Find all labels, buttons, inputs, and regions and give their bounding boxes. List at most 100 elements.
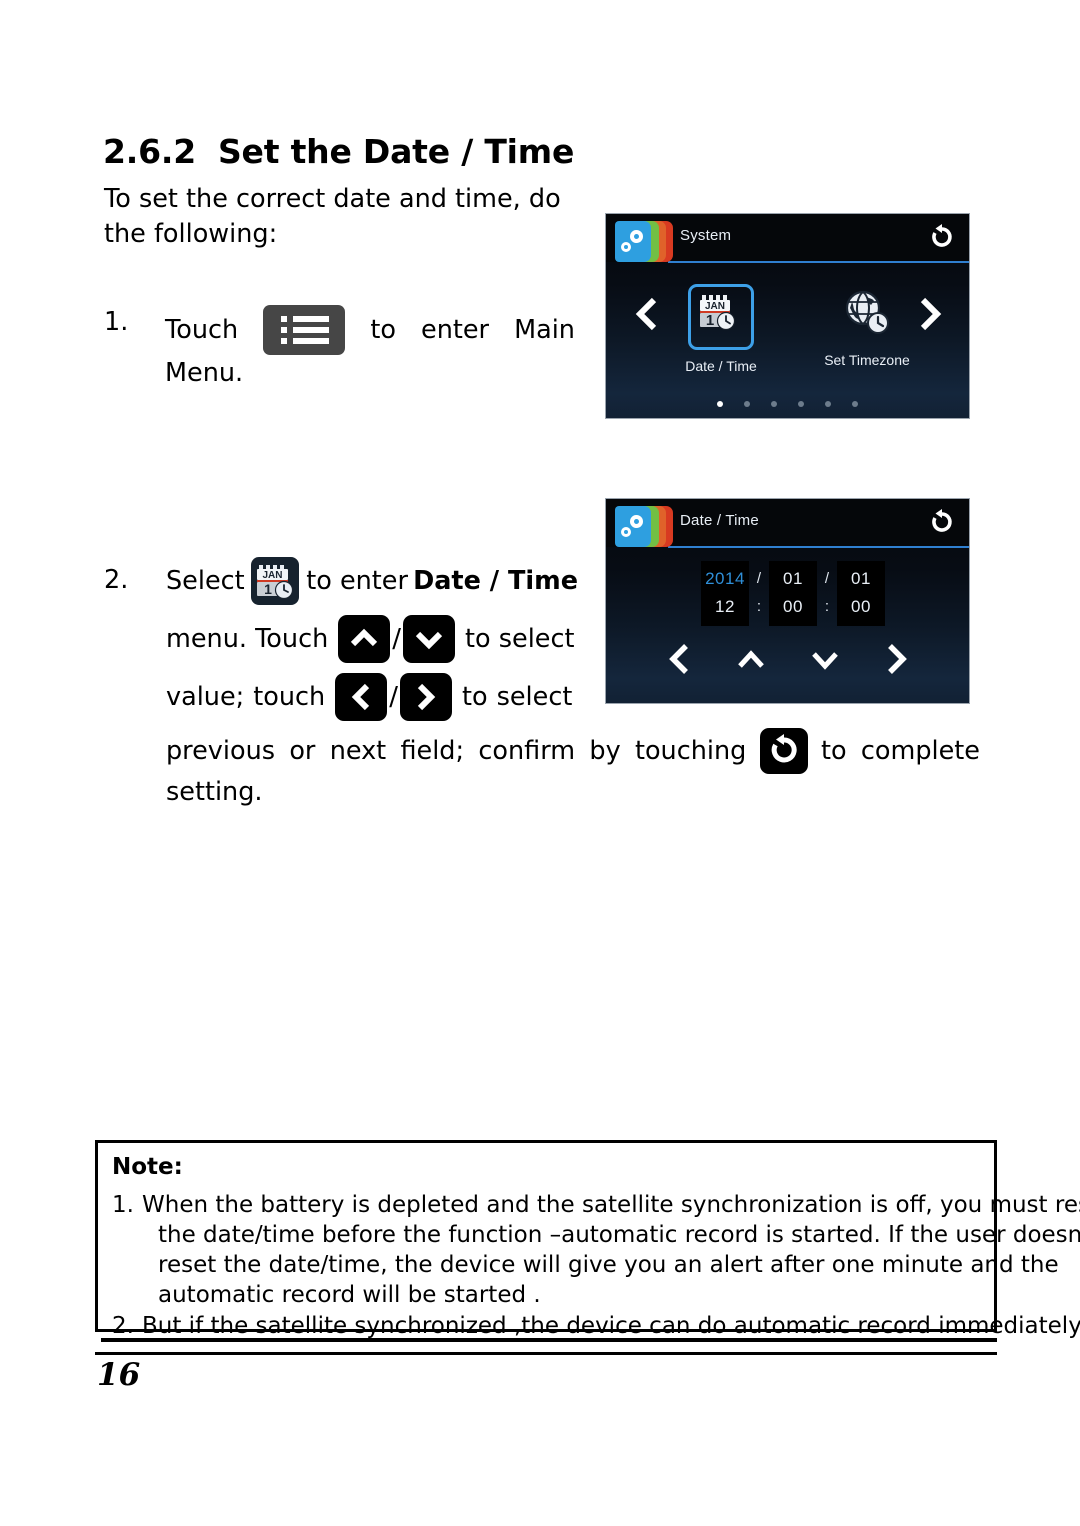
calendar-clock-icon: JAN 1 [688,284,754,350]
step-1-text-enter: enter [421,315,490,345]
system-tab-stack-icon [615,506,675,547]
section-title: Set the Date / Time [217,132,575,171]
note-line: When the battery is depleted and the sat… [142,1190,1080,1220]
note-line-text: reset the date/time, the device will giv… [158,1252,1059,1278]
page-dot[interactable] [716,401,723,407]
manual-page: 2.6.2 Set the Date / Time To set the corr… [0,0,1080,1526]
refresh-icon[interactable] [927,222,957,252]
step-2-text-value: value; [166,682,245,712]
step-2-text-next: next [329,735,387,766]
gear-small-icon [621,527,631,537]
refresh-icon[interactable] [927,507,957,537]
step-2-text-previous: previous [166,735,276,766]
chevron-down-icon[interactable] [403,615,456,663]
menu-item-set-timezone[interactable]: Set Timezone [810,284,924,368]
page-dot[interactable] [798,401,805,407]
step-2-slash-2: / [389,682,398,712]
note-line-text: the date/time before the function –autom… [158,1222,1080,1248]
device-screen: Date / Time 2014 12 / : 01 00 /: 01 00 [606,499,969,703]
gear-icon [630,515,643,528]
chevron-left-icon[interactable] [335,673,388,721]
note-item-2: 2. But if the satellite synchronized ,th… [112,1311,1080,1341]
note-line: reset the date/time, the device will giv… [158,1250,1059,1280]
date-time-nav-bar [606,642,969,680]
note-line: automatic record will be started . [158,1280,988,1310]
step-2-line-2: menu. Touch / to select [166,610,578,668]
device2-title: Date / Time [680,512,759,529]
svg-text:1: 1 [706,312,714,329]
minute-field[interactable]: 00 [769,593,817,621]
step-2-text-field: field; [400,735,465,766]
nav-chevron-down-icon[interactable] [810,642,840,680]
step-2-text-confirm: confirm [478,735,576,766]
date-time-column-3[interactable]: 01 00 [837,561,885,626]
day-field[interactable]: 01 [837,565,885,593]
hour-field[interactable]: 12 [701,593,749,621]
month-field[interactable]: 01 [769,565,817,593]
page-dot[interactable] [770,401,777,407]
note-item-2-marker: 2. [112,1313,134,1339]
svg-text:JAN: JAN [705,301,725,312]
separator-column-1: / : [749,561,769,621]
nav-chevron-up-icon[interactable] [736,642,766,680]
step-2-line-3: value; touch / to select [166,668,578,726]
time-separator: : [756,598,762,615]
device-top-divider [668,261,969,263]
year-field[interactable]: 2014 [701,565,749,593]
step-2-line-5: setting. [166,777,263,807]
page-dot-indicator [606,401,969,407]
chevron-right-icon[interactable] [399,673,452,721]
step-1-body: Touch to enter Main Menu. [165,305,577,391]
step-2-body: Select JAN 1 to enter Date / Time menu. … [166,552,578,726]
step-2-text-to-3: to [821,735,847,766]
nav-chevron-left-icon[interactable] [666,642,692,680]
separator-column-2: / : [817,561,837,621]
step-2-text-select: Select [166,566,245,596]
step-2-continued: previous or next field; confirm by touch… [166,728,980,811]
menu-item-date-time[interactable]: JAN 1 Date / Time [672,284,770,374]
page-dot[interactable] [743,401,750,407]
svg-text:1: 1 [265,581,273,597]
note-item-1: 1. When the battery is depleted and the … [112,1190,1080,1310]
second-field[interactable]: 00 [837,593,885,621]
step-2-text-touch-2: touch [253,682,326,712]
note-item-2-text: But if the satellite synchronized ,the d… [142,1311,1080,1341]
note-title: Note: [112,1154,183,1180]
step-2-line-1: Select JAN 1 to enter Date / Time [166,552,578,610]
main-menu-list-icon[interactable] [263,305,346,355]
confirm-refresh-icon[interactable] [759,728,808,774]
note-item-1-marker: 1. [112,1192,134,1218]
device-screen: System JAN 1 Date / Time Set Timezone [606,214,969,418]
step-2-text-to-2: to [461,682,488,712]
gear-icon [630,230,643,243]
note-item-1-text: When the battery is depleted and the sat… [142,1190,1080,1310]
page-number: 16 [97,1357,141,1393]
step-2-text-menu-touch: menu. Touch [166,624,329,654]
page-dot[interactable] [852,401,859,407]
step-2-marker: 2. [104,565,129,595]
device-screenshot-system-menu: System JAN 1 Date / Time Set Timezone [605,213,970,419]
system-tab-stack-icon [615,221,675,262]
step-1-text-touch: Touch [165,315,239,345]
chevron-up-icon[interactable] [338,615,391,663]
intro-paragraph: To set the correct date and time, do the… [104,184,561,249]
date-time-column-2[interactable]: 01 00 [769,561,817,626]
page-dot[interactable] [825,401,832,407]
time-separator: : [824,598,830,615]
step-2-text-by: by [589,735,621,766]
svg-text:JAN: JAN [263,570,283,581]
device1-prev-icon[interactable] [634,296,660,336]
step-2-line-4: previous or next field; confirm by touch… [166,728,980,774]
step-1-text-to: to [370,315,396,345]
date-time-column-1[interactable]: 2014 12 [701,561,749,626]
footer-rule [95,1352,997,1355]
step-2-text-complete: complete [860,735,980,766]
nav-chevron-right-icon[interactable] [884,642,910,680]
step-2-text-date-time: Date / Time [413,566,578,596]
step-1-line-2: Menu. [165,358,244,388]
date-time-calendar-icon[interactable]: JAN 1 [251,557,300,605]
section-heading: 2.6.2 Set the Date / Time [103,132,574,171]
step-1-marker: 1. [104,307,129,337]
date-time-field-grid: 2014 12 / : 01 00 / : 01 00 [701,561,885,626]
step-2-text-to-select-1: to select [465,624,575,654]
